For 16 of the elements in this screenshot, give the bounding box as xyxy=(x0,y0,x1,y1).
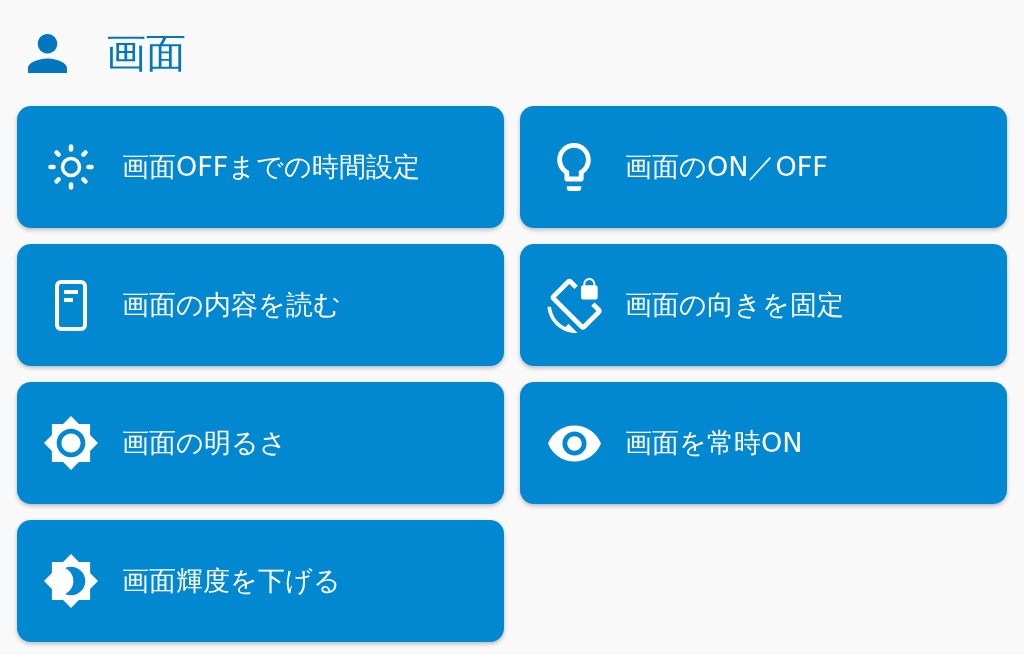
sun-icon xyxy=(47,144,95,190)
rotation-lock-icon xyxy=(546,277,602,333)
setting-button[interactable]: 画面を常時ON xyxy=(520,382,1007,504)
setting-button[interactable]: 画面のON／OFF xyxy=(520,106,1007,228)
setting-button[interactable]: 画面輝度を下げる xyxy=(17,520,504,642)
moon-brightness-icon xyxy=(44,554,98,608)
page-title: 画面 xyxy=(106,33,186,73)
setting-button[interactable]: 画面の内容を読む xyxy=(17,244,504,366)
setting-button[interactable]: 画面の向きを固定 xyxy=(520,244,1007,366)
lightbulb-icon xyxy=(557,143,591,191)
eye-icon xyxy=(547,424,601,462)
setting-button[interactable]: 画面OFFまでの時間設定 xyxy=(17,106,504,228)
person-icon xyxy=(28,33,67,73)
brightness-icon xyxy=(44,416,98,470)
phone-document-icon xyxy=(55,279,87,331)
setting-button[interactable]: 画面の明るさ xyxy=(17,382,504,504)
